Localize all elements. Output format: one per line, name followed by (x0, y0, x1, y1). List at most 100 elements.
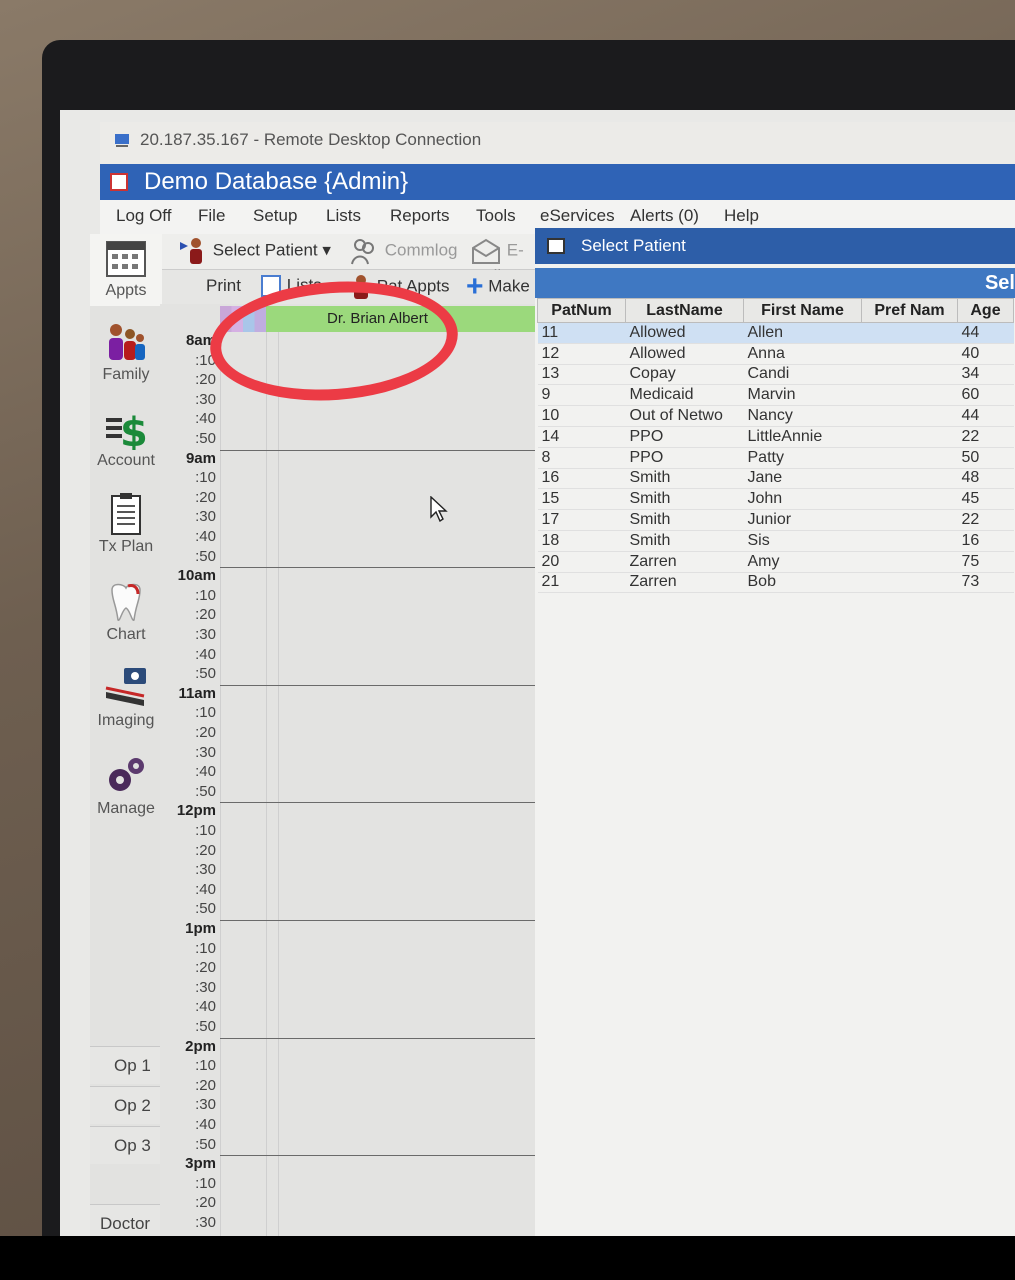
column-header-prefname[interactable]: Pref Nam (861, 298, 958, 323)
patient-row[interactable]: 8 PPO Patty 50 (537, 447, 1014, 469)
clipboard-plan-icon (111, 493, 141, 535)
calendar-icon (106, 241, 146, 277)
patient-cell: Smith (625, 468, 744, 490)
column-header-age[interactable]: Age (957, 298, 1014, 323)
time-slot-minute: :10 (195, 1057, 216, 1075)
menu-alerts[interactable]: Alerts (0) (630, 206, 699, 226)
commlog-people-icon (351, 239, 374, 265)
time-slot-minute: :30 (195, 508, 216, 526)
appointment-schedule[interactable]: Dr. Brian Albert 8am:10:20:30:40:50 9am:1… (160, 304, 535, 1236)
column-header-lastname[interactable]: LastName (625, 298, 744, 323)
time-slot-minute: :50 (195, 430, 216, 447)
op-2-button[interactable]: Op 2 (90, 1086, 170, 1124)
time-slot-minute: :20 (195, 606, 216, 624)
menu-setup[interactable]: Setup (253, 206, 297, 226)
doctor-button[interactable]: Doctor (90, 1204, 170, 1236)
menu-help[interactable]: Help (724, 206, 759, 226)
make-appt-button[interactable]: + Make (466, 270, 530, 304)
nav-imaging[interactable]: Imaging (90, 666, 162, 730)
patient-cell: 34 (957, 364, 1014, 386)
patient-cell: 48 (957, 468, 1014, 490)
menu-log-off[interactable]: Log Off (116, 206, 171, 226)
plus-icon: + (466, 270, 484, 303)
column-divider (220, 332, 221, 1236)
select-patient-button[interactable]: Select Patient ▾ (178, 236, 331, 266)
patient-icon (180, 238, 202, 264)
column-divider (266, 332, 267, 1236)
patient-row[interactable]: 12 Allowed Anna 40 (537, 343, 1014, 365)
patient-row[interactable]: 9 Medicaid Marvin 60 (537, 384, 1014, 407)
print-button[interactable]: Print (206, 276, 241, 296)
patient-row[interactable]: 14 PPO LittleAnnie 22 (537, 426, 1014, 448)
patient-cell (861, 426, 958, 448)
patient-cell: 22 (957, 426, 1014, 448)
time-slot-hour: 11am (178, 684, 216, 702)
tooth-icon (111, 583, 141, 621)
column-header-firstname[interactable]: First Name (743, 298, 862, 323)
gears-icon (109, 758, 144, 791)
nav-chart[interactable]: Chart (90, 580, 162, 644)
mouse-cursor-icon (430, 496, 448, 522)
make-label: Make (488, 276, 530, 296)
patient-cell: Bob (743, 572, 862, 594)
patient-row[interactable]: 20 Zarren Amy 75 (537, 551, 1014, 573)
patient-cell: Smith (625, 488, 744, 511)
time-slot-minute: :50 (195, 665, 216, 683)
nav-family[interactable]: Family (90, 320, 162, 384)
column-header-patnum[interactable]: PatNum (537, 298, 626, 323)
patient-row[interactable]: 11 Allowed Allen 44 (537, 322, 1014, 344)
remote-desktop-title-bar: 20.187.35.167 - Remote Desktop Connectio… (100, 122, 1015, 164)
nav-manage[interactable]: Manage (90, 754, 162, 818)
patient-row[interactable]: 16 Smith Jane 48 (537, 468, 1014, 490)
patient-row[interactable]: 18 Smith Sis 16 (537, 530, 1014, 552)
patient-row[interactable]: 21 Zarren Bob 73 (537, 572, 1014, 594)
menu-reports[interactable]: Reports (390, 206, 450, 226)
time-slot-hour: 3pm (185, 1155, 216, 1173)
nav-manage-label: Manage (97, 800, 155, 817)
patient-cell: 17 (537, 509, 626, 531)
nav-tx-plan[interactable]: Tx Plan (90, 492, 162, 556)
nav-appts[interactable]: Appts (90, 234, 162, 306)
patient-row[interactable]: 17 Smith Junior 22 (537, 509, 1014, 531)
time-slot-minute: :40 (195, 645, 216, 663)
column-divider (278, 332, 279, 1236)
op-3-button[interactable]: Op 3 (90, 1126, 170, 1164)
patient-row[interactable]: 10 Out of Netwo Nancy 44 (537, 405, 1014, 427)
nav-family-label: Family (102, 366, 150, 383)
commlog-button[interactable]: Commlog (348, 236, 457, 266)
patient-cell: Zarren (625, 551, 744, 573)
patient-cell: 21 (537, 572, 626, 594)
patient-row[interactable]: 13 Copay Candi 34 (537, 364, 1014, 386)
time-slot-minute: :30 (195, 861, 216, 879)
menu-lists[interactable]: Lists (326, 206, 361, 226)
remote-desktop-icon (115, 134, 129, 147)
time-slot-minute: :30 (195, 743, 216, 761)
time-slot-hour: 10am (177, 567, 216, 585)
time-slot-minute: :20 (195, 371, 216, 389)
hour-divider (220, 920, 535, 921)
patient-cell (861, 364, 958, 386)
patient-row[interactable]: 15 Smith John 45 (537, 488, 1014, 511)
patient-cell: Zarren (625, 572, 744, 594)
patient-cell: Out of Netwo (625, 405, 744, 427)
menu-file[interactable]: File (198, 206, 225, 226)
nav-imaging-label: Imaging (97, 712, 155, 729)
menu-eservices[interactable]: eServices (540, 206, 615, 226)
nav-account-label: Account (97, 452, 155, 469)
patient-cell: 44 (957, 405, 1014, 427)
patient-cell: Allowed (625, 343, 744, 365)
patient-cell (861, 447, 958, 469)
nav-account[interactable]: $ Account (90, 406, 162, 470)
remote-desktop-title: 20.187.35.167 - Remote Desktop Connectio… (140, 130, 482, 149)
op-1-button[interactable]: Op 1 (90, 1046, 170, 1084)
patient-cell: Allen (743, 322, 862, 344)
time-slot-minute: :20 (195, 959, 216, 977)
menu-tools[interactable]: Tools (476, 206, 516, 226)
app-title: Demo Database {Admin} (144, 168, 409, 195)
time-slot-minute: :20 (195, 488, 216, 506)
patient-cell: 12 (537, 343, 626, 365)
dropdown-arrow-icon[interactable]: ▾ (322, 240, 331, 259)
time-slot-minute: :10 (195, 939, 216, 957)
select-patient-title-bar: Select Patient (535, 228, 1015, 264)
patient-cell (861, 509, 958, 531)
